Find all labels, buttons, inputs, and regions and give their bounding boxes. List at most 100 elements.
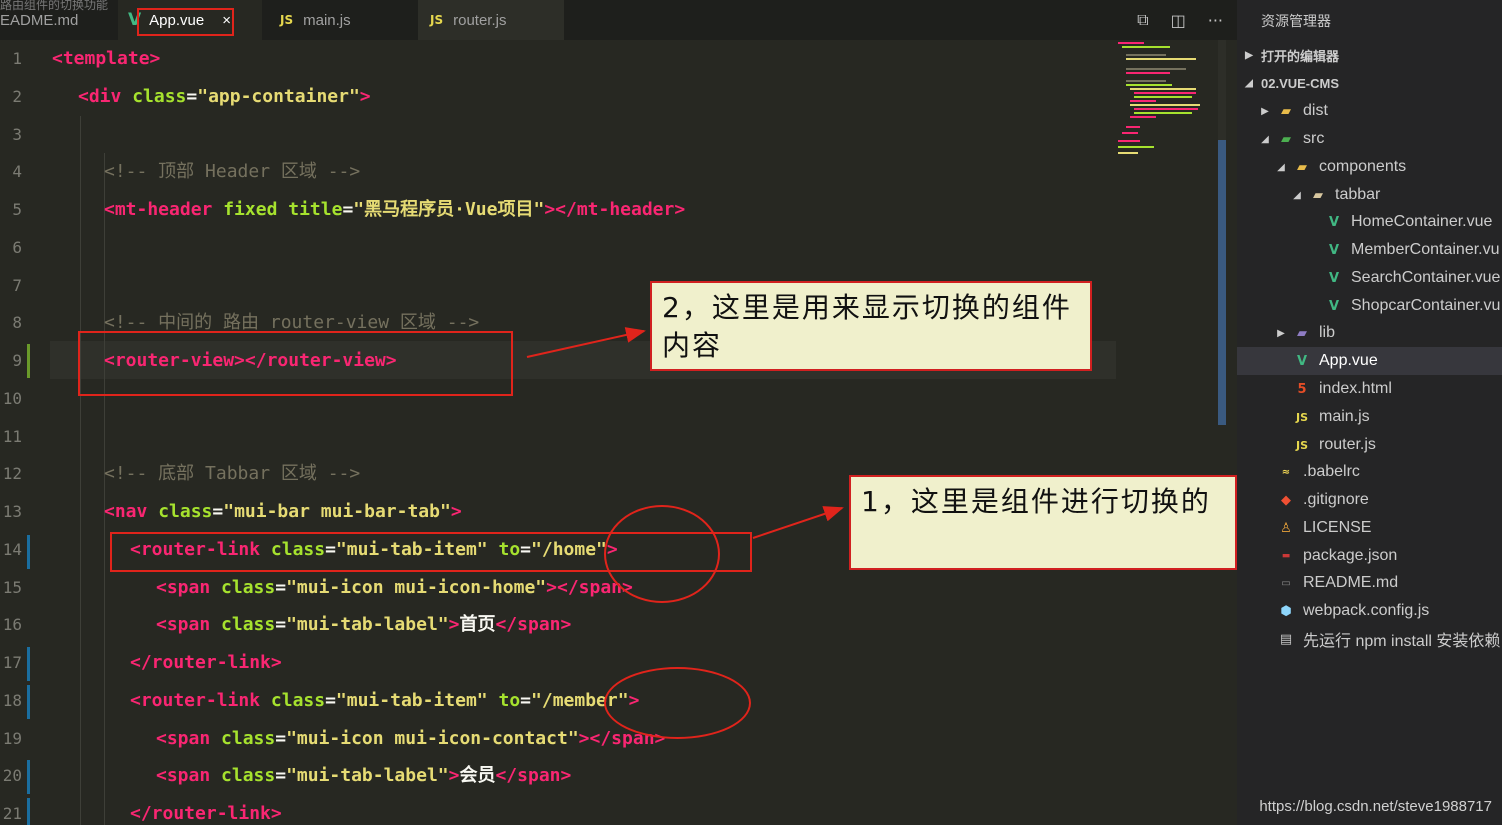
tree-item-app-vue[interactable]: V App.vue: [1237, 347, 1502, 375]
member-route-circle: [604, 667, 751, 739]
tree-item-label: package.json: [1303, 547, 1398, 564]
app-tab-highlight: [137, 8, 234, 36]
line-number: 1: [12, 49, 22, 68]
tree-item-label: index.html: [1319, 380, 1392, 397]
chevron-right-icon: ▶: [1245, 49, 1253, 61]
tree-item-index-html[interactable]: 5 index.html: [1237, 375, 1502, 403]
code-token: class: [221, 577, 276, 598]
split-editor-icon[interactable]: ◫: [1171, 11, 1186, 30]
webpack-icon: ⬢: [1280, 603, 1292, 619]
code-line: <div class="app-container">: [78, 86, 371, 107]
code-token: class: [221, 728, 276, 749]
scrollbar-thumb[interactable]: [1218, 140, 1226, 425]
tab-router-js[interactable]: JS router.js: [418, 0, 564, 40]
explorer-title: 资源管理器: [1261, 13, 1331, 29]
code-line: <router-link class="mui-tab-item" to="/m…: [130, 690, 640, 711]
tree-item-member-container[interactable]: V MemberContainer.vu: [1237, 236, 1502, 264]
project-section[interactable]: ◢ 02.VUE-CMS: [1237, 69, 1502, 97]
code-token: <span: [156, 728, 211, 749]
tree-item-note[interactable]: ▤ 先运行 npm install 安装依赖: [1237, 625, 1502, 653]
callout-router-link: 1，这里是组件进行切换的: [849, 475, 1237, 570]
code-token: >: [450, 501, 462, 522]
tree-item-license[interactable]: ♙ LICENSE: [1237, 514, 1502, 542]
tree-item-search-container[interactable]: V SearchContainer.vue: [1237, 264, 1502, 292]
line-number: 5: [12, 200, 22, 219]
code-token: <span: [156, 577, 211, 598]
tree-item-components[interactable]: ◢ ▰ components: [1237, 153, 1502, 181]
tree-item-lib[interactable]: ▶ ▰ lib: [1237, 319, 1502, 347]
line-number: 17: [2, 653, 22, 672]
tree-item-babelrc[interactable]: ≈ .babelrc: [1237, 458, 1502, 486]
folder-icon: ▰: [1281, 103, 1291, 119]
explorer-sidebar: 资源管理器 ▶ 打开的编辑器 ◢ 02.VUE-CMS ▶ ▰ dist ◢ ▰ src ◢…: [1237, 0, 1502, 825]
code-token: <span: [156, 614, 211, 635]
tree-item-label: router.js: [1319, 436, 1376, 453]
line-number: 3: [12, 125, 22, 144]
tab-readme-label: EADME.md: [0, 11, 79, 29]
line-number: 20: [2, 766, 22, 785]
code-line: <span class="mui-icon mui-icon-home"></s…: [156, 577, 633, 598]
tree-item-router-js[interactable]: JS router.js: [1237, 431, 1502, 459]
tree-item-label: webpack.config.js: [1303, 602, 1430, 619]
open-changes-icon[interactable]: ⧉: [1137, 10, 1148, 30]
code-line: <!-- 底部 Tabbar 区域 -->: [104, 463, 361, 484]
tab-router-label: router.js: [453, 11, 507, 29]
router-view-highlight: [78, 331, 513, 396]
code-token: <div: [78, 86, 122, 107]
code-token: ></mt-header>: [544, 199, 686, 220]
chevron-right-icon: ▶: [1261, 105, 1269, 117]
code-token: <router-link: [130, 690, 261, 711]
tree-item-dist[interactable]: ▶ ▰ dist: [1237, 97, 1502, 125]
file-icon: ▤: [1279, 631, 1293, 647]
line-number: 21: [2, 804, 22, 823]
tree-item-main-js[interactable]: JS main.js: [1237, 403, 1502, 431]
line-number: 10: [2, 389, 22, 408]
chevron-down-icon: ◢: [1261, 133, 1269, 145]
tree-item-webpack[interactable]: ⬢ webpack.config.js: [1237, 597, 1502, 625]
window-title: 路由组件的切换功能: [0, 0, 109, 12]
tree-item-src[interactable]: ◢ ▰ src: [1237, 125, 1502, 153]
code-token: </router-link>: [130, 803, 282, 824]
tree-item-label: .gitignore: [1303, 491, 1369, 508]
tree-item-label: HomeContainer.vue: [1351, 213, 1493, 230]
html5-icon: 5: [1297, 381, 1307, 397]
code-line: </router-link>: [130, 644, 282, 682]
line-number: 4: [12, 162, 22, 181]
git-icon: ◆: [1281, 492, 1291, 508]
tree-item-tabbar[interactable]: ◢ ▰ tabbar: [1237, 181, 1502, 209]
tab-readme[interactable]: 路由组件的切换功能 EADME.md: [0, 0, 118, 40]
open-editors-section[interactable]: ▶ 打开的编辑器: [1237, 41, 1502, 69]
line-number: 6: [12, 238, 22, 257]
folder-icon: ▰: [1297, 325, 1307, 341]
code-token: "mui-icon mui-icon-home": [286, 577, 547, 598]
chevron-down-icon: ◢: [1293, 189, 1301, 201]
git-change-marker: [27, 798, 30, 825]
code-token: </span>: [495, 614, 572, 635]
code-token: <nav: [104, 501, 148, 522]
code-token: class: [158, 501, 213, 522]
line-number: 18: [2, 691, 22, 710]
tree-item-readme[interactable]: ▭ README.md: [1237, 569, 1502, 597]
tree-item-shopcar-container[interactable]: V ShopcarContainer.vu: [1237, 292, 1502, 320]
js-icon: JS: [280, 13, 294, 27]
scrollbar-track[interactable]: [1218, 40, 1226, 140]
line-number: 7: [12, 276, 22, 295]
code-token: "mui-tab-label": [286, 765, 449, 786]
vue-icon: V: [1328, 242, 1340, 258]
tree-item-home-container[interactable]: V HomeContainer.vue: [1237, 208, 1502, 236]
minimap[interactable]: [1112, 40, 1208, 170]
chevron-down-icon: ◢: [1277, 161, 1285, 173]
git-change-marker: [27, 647, 30, 681]
tree-item-label: 先运行 npm install 安装依赖: [1303, 633, 1501, 650]
tree-item-package-json[interactable]: ▬ package.json: [1237, 542, 1502, 570]
code-token: class: [132, 86, 187, 107]
code-token: fixed: [223, 199, 278, 220]
line-number: 11: [2, 427, 22, 446]
tree-item-gitignore[interactable]: ◆ .gitignore: [1237, 486, 1502, 514]
tree-item-label: components: [1319, 158, 1407, 175]
code-token: 会员: [459, 765, 496, 786]
more-actions-icon[interactable]: ···: [1208, 11, 1223, 30]
code-token: <span: [156, 765, 211, 786]
tab-main-js[interactable]: JS main.js: [268, 0, 414, 40]
code-line: <span class="mui-tab-label">会员</span>: [156, 765, 572, 786]
